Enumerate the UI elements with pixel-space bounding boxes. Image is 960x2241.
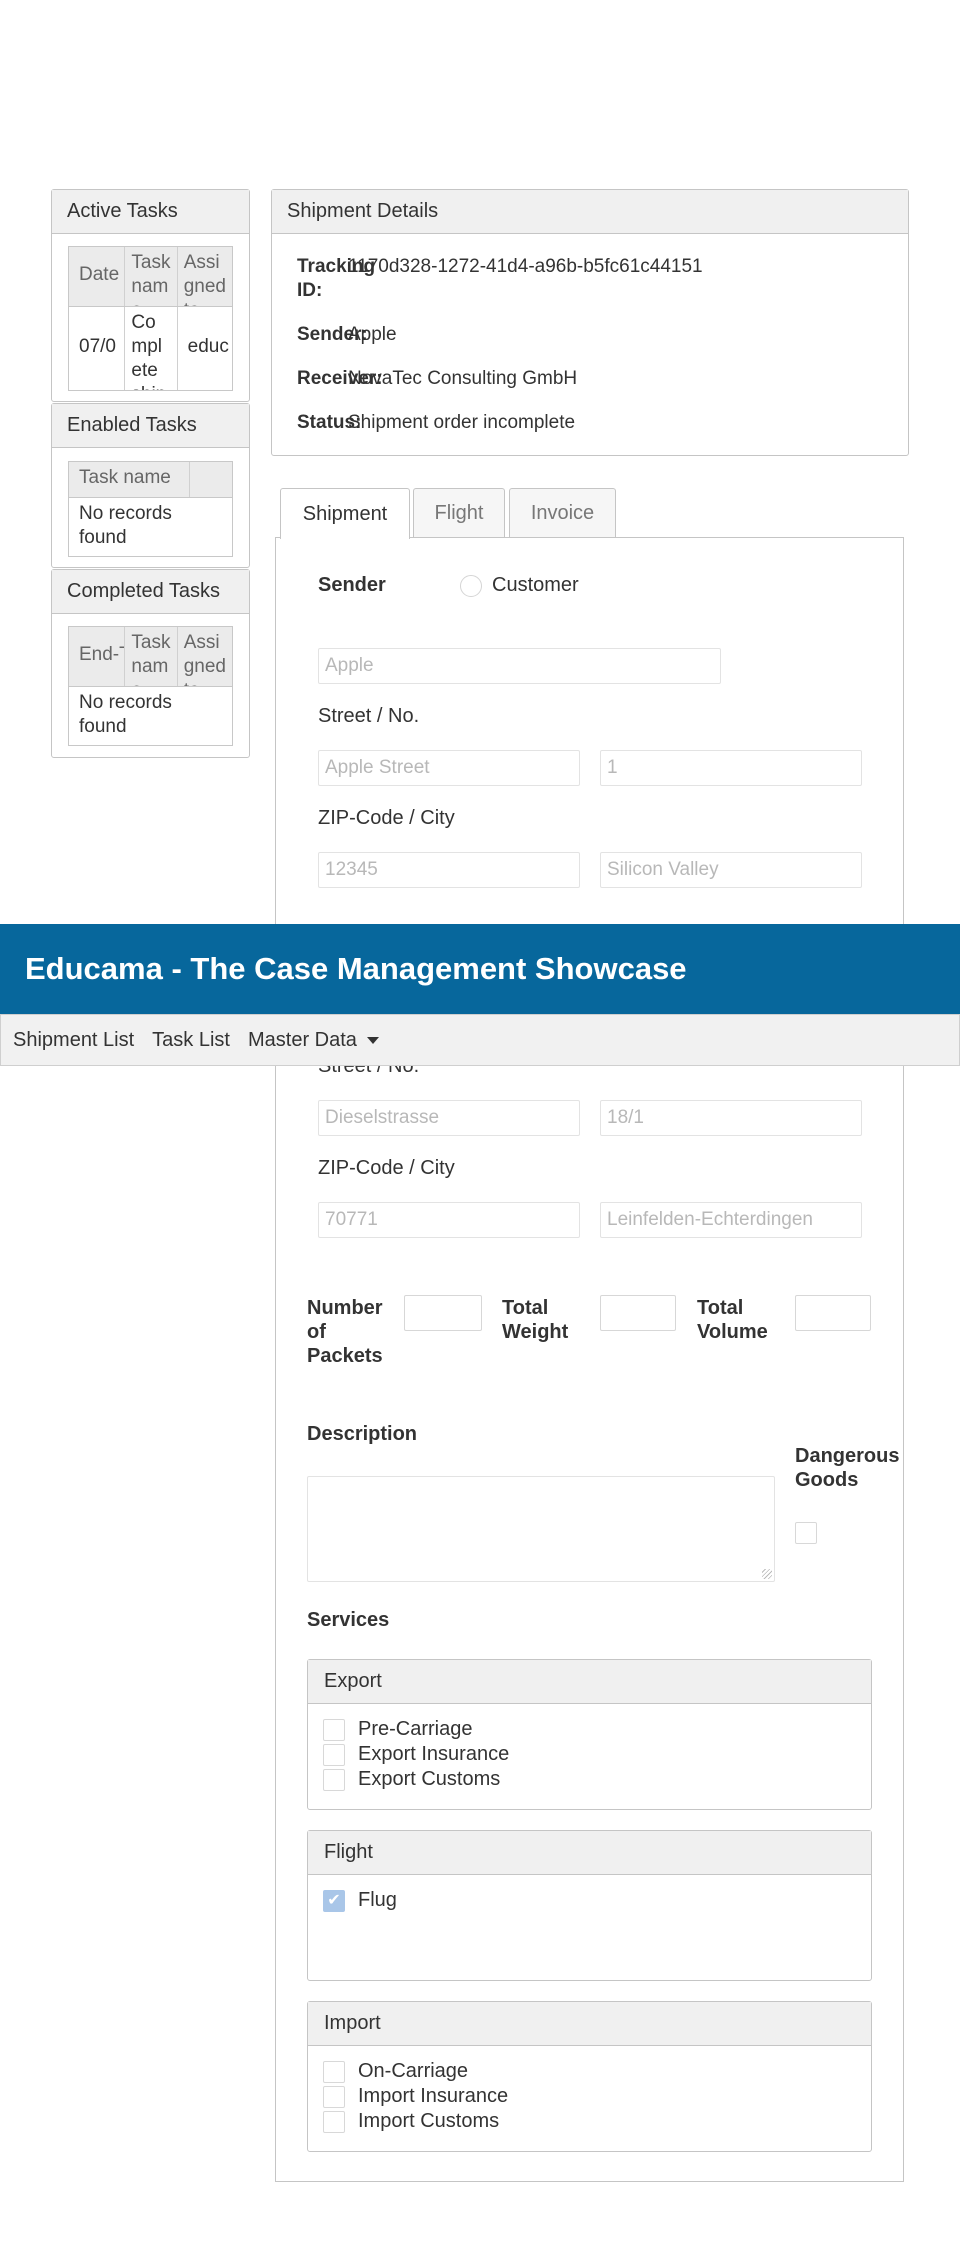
task-date: 07/0: [69, 307, 126, 390]
column-header-task-name[interactable]: Task name: [125, 247, 178, 306]
import-customs-label[interactable]: Import Customs: [358, 2109, 499, 2133]
weight-input[interactable]: [600, 1295, 676, 1331]
receiver-zip-label: ZIP-Code / City: [318, 1157, 455, 1179]
empty-message: No records found: [79, 503, 172, 548]
active-tasks-table: Date Task name Assigned to 07/0 Complete…: [68, 246, 233, 391]
chevron-down-icon: [366, 1036, 379, 1044]
column-header-assigned-to[interactable]: Assigned to: [178, 627, 232, 686]
column-header-empty: [190, 462, 232, 497]
customer-radio[interactable]: [460, 575, 482, 597]
import-customs-checkbox[interactable]: [323, 2111, 345, 2133]
export-customs-label[interactable]: Export Customs: [358, 1767, 500, 1791]
sender-number-input[interactable]: 1: [600, 750, 862, 786]
receiver-number-input[interactable]: 18/1: [600, 1100, 862, 1136]
packets-label: Number of Packets: [307, 1297, 383, 1367]
export-services-panel: Export Pre-Carriage Export Insurance Exp…: [307, 1659, 872, 1810]
export-insurance-checkbox[interactable]: [323, 1744, 345, 1766]
import-services-panel: Import On-Carriage Import Insurance Impo…: [307, 2001, 872, 2152]
nav-master-data[interactable]: Master Data: [248, 1029, 379, 1052]
on-carriage-checkbox[interactable]: [323, 2061, 345, 2083]
on-carriage-label[interactable]: On-Carriage: [358, 2059, 468, 2083]
export-insurance-label[interactable]: Export Insurance: [358, 1742, 509, 1766]
shipment-details-panel: Shipment Details Tracking ID: 1170d328-1…: [271, 189, 909, 456]
status-value: Shipment order incomplete: [348, 412, 576, 433]
flight-services-panel: Flight ✔ Flug: [307, 1830, 872, 1981]
sender-city-input[interactable]: Silicon Valley: [600, 852, 862, 888]
volume-input[interactable]: [795, 1295, 871, 1331]
completed-tasks-table: End-Time Task name Assigned to No record…: [68, 626, 233, 746]
app-title[interactable]: Educama - The Case Management Showcase: [25, 951, 687, 987]
import-insurance-label[interactable]: Import Insurance: [358, 2084, 508, 2108]
sender-section-label: Sender: [318, 574, 386, 596]
completed-tasks-panel: Completed Tasks End-Time Task name Assig…: [51, 569, 250, 758]
table-row[interactable]: 07/0 Complete shipment order educ: [69, 307, 232, 390]
resize-handle-icon[interactable]: [762, 1569, 772, 1579]
volume-label: Total Volume: [697, 1297, 768, 1343]
completed-tasks-title: Completed Tasks: [52, 570, 249, 614]
nav-master-data-label: Master Data: [247, 1028, 357, 1051]
sender-value: Apple: [348, 324, 397, 345]
tab-flight[interactable]: Flight: [413, 488, 505, 538]
enabled-tasks-table: Task name No records found: [68, 461, 233, 557]
receiver-zip-input[interactable]: 70771: [318, 1202, 580, 1238]
receiver-city-input[interactable]: Leinfelden-Echterdingen: [600, 1202, 862, 1238]
export-services-title: Export: [308, 1660, 871, 1704]
export-customs-checkbox[interactable]: [323, 1769, 345, 1791]
column-header-task-name[interactable]: Task name: [69, 462, 191, 497]
column-header-task-name[interactable]: Task name: [125, 627, 178, 686]
description-textarea[interactable]: [307, 1476, 775, 1582]
pre-carriage-checkbox[interactable]: [323, 1719, 345, 1741]
services-label: Services: [307, 1609, 390, 1631]
main-navbar: Shipment List Task List Master Data: [0, 1014, 960, 1066]
task-assignee: educ: [187, 336, 229, 357]
receiver-street-input[interactable]: Dieselstrasse: [318, 1100, 580, 1136]
active-tasks-title: Active Tasks: [52, 190, 249, 234]
nav-task-list[interactable]: Task List: [152, 1029, 230, 1052]
flug-checkbox[interactable]: ✔: [323, 1890, 345, 1912]
tracking-id-value: 1170d328-1272-41d4-a96b-b5fc61c44151: [348, 256, 703, 277]
nav-shipment-list[interactable]: Shipment List: [13, 1029, 134, 1052]
shipment-details-title: Shipment Details: [272, 190, 908, 234]
weight-label: Total Weight: [502, 1297, 569, 1343]
task-name[interactable]: Complete shipment order: [125, 307, 178, 390]
receiver-value: NovaTec Consulting GmbH: [348, 368, 578, 389]
dangerous-goods-label: Dangerous Goods: [795, 1445, 900, 1491]
enabled-tasks-title: Enabled Tasks: [52, 404, 249, 448]
description-label: Description: [307, 1423, 418, 1445]
dangerous-goods-checkbox[interactable]: [795, 1522, 817, 1544]
import-services-title: Import: [308, 2002, 871, 2046]
pre-carriage-label[interactable]: Pre-Carriage: [358, 1717, 472, 1741]
sender-zip-label: ZIP-Code / City: [318, 807, 455, 829]
import-insurance-checkbox[interactable]: [323, 2086, 345, 2108]
app-header: Educama - The Case Management Showcase: [0, 924, 960, 1014]
flug-label[interactable]: Flug: [358, 1888, 397, 1912]
tracking-id-label: Tracking ID:: [297, 256, 376, 301]
flight-services-title: Flight: [308, 1831, 871, 1875]
sender-zip-input[interactable]: 12345: [318, 852, 580, 888]
sender-name-input[interactable]: Apple: [318, 648, 721, 684]
column-header-assigned-to[interactable]: Assigned to: [178, 247, 232, 306]
sender-street-input[interactable]: Apple Street: [318, 750, 580, 786]
empty-message: No records found: [79, 692, 172, 737]
column-header-date[interactable]: Date: [69, 247, 126, 306]
tab-invoice[interactable]: Invoice: [509, 488, 616, 538]
enabled-tasks-panel: Enabled Tasks Task name No records found: [51, 403, 250, 568]
column-header-end-time[interactable]: End-Time: [69, 627, 126, 686]
tab-shipment[interactable]: Shipment: [280, 488, 410, 539]
customer-radio-label[interactable]: Customer: [492, 574, 579, 597]
active-tasks-panel: Active Tasks Date Task name Assigned to …: [51, 189, 250, 402]
sender-street-label: Street / No.: [318, 705, 420, 727]
packets-input[interactable]: [404, 1295, 482, 1331]
